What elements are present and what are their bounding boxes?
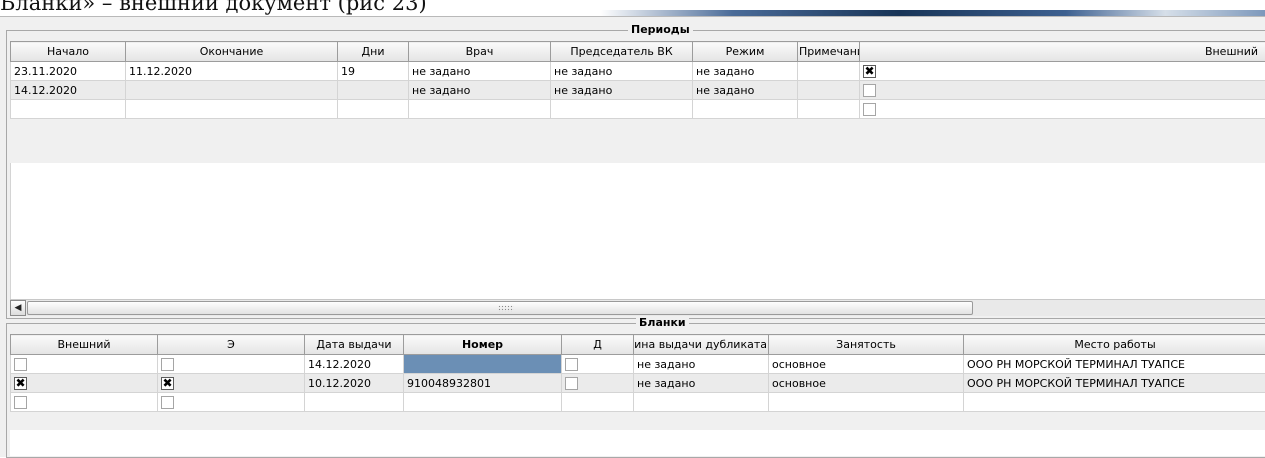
column-header-note[interactable]: Примечание bbox=[798, 42, 860, 62]
cell-external[interactable] bbox=[11, 355, 158, 374]
grip-icon bbox=[498, 305, 514, 312]
column-header-number[interactable]: Номер bbox=[404, 335, 562, 355]
periods-table: Начало Окончание Дни Врач Председатель В… bbox=[10, 41, 1265, 119]
cell-note[interactable] bbox=[798, 100, 860, 119]
e-checkbox[interactable] bbox=[161, 358, 174, 371]
column-header-workplace[interactable]: Место работы bbox=[964, 335, 1265, 355]
cell-end[interactable] bbox=[126, 100, 338, 119]
periods-row[interactable]: 23.11.2020 11.12.2020 19 не задано не за… bbox=[11, 62, 1265, 81]
scroll-left-icon[interactable]: ◀ bbox=[10, 300, 26, 316]
d-checkbox[interactable] bbox=[565, 377, 578, 390]
external-checkbox[interactable]: ✖ bbox=[863, 65, 876, 78]
cell-e[interactable]: ✖ bbox=[158, 374, 305, 393]
cell-end[interactable] bbox=[126, 81, 338, 100]
column-header-e[interactable]: Э bbox=[158, 335, 305, 355]
cell-doctor[interactable] bbox=[409, 100, 551, 119]
external-checkbox[interactable] bbox=[863, 84, 876, 97]
cell-mode[interactable] bbox=[693, 100, 798, 119]
column-header-employment[interactable]: Занятость bbox=[769, 335, 964, 355]
cell-external[interactable]: ✖ bbox=[860, 62, 1265, 81]
periods-horizontal-scrollbar[interactable]: ◀ bbox=[10, 299, 1265, 316]
cell-start[interactable]: 23.11.2020 bbox=[11, 62, 126, 81]
cell-workplace[interactable] bbox=[964, 393, 1265, 412]
blanks-group-title: Бланки bbox=[636, 316, 689, 330]
cell-issue-date[interactable] bbox=[305, 393, 404, 412]
cell-external[interactable] bbox=[860, 81, 1265, 100]
external-checkbox[interactable]: ✖ bbox=[14, 377, 27, 390]
column-header-issue-date[interactable]: Дата выдачи bbox=[305, 335, 404, 355]
blanks-empty-area bbox=[10, 430, 1265, 456]
cell-number-selected[interactable] bbox=[404, 355, 562, 374]
external-checkbox[interactable] bbox=[14, 396, 27, 409]
column-header-doctor[interactable]: Врач bbox=[409, 42, 551, 62]
cell-chairman[interactable]: не задано bbox=[551, 81, 693, 100]
cell-number[interactable] bbox=[404, 393, 562, 412]
cell-duplicate-reason[interactable]: не задано bbox=[634, 374, 769, 393]
cell-start[interactable] bbox=[11, 100, 126, 119]
e-checkbox[interactable]: ✖ bbox=[161, 377, 174, 390]
cell-workplace[interactable]: ООО РН МОРСКОЙ ТЕРМИНАЛ ТУАПСЕ bbox=[964, 355, 1265, 374]
cell-employment[interactable]: основное bbox=[769, 374, 964, 393]
cell-days[interactable] bbox=[338, 81, 409, 100]
cell-employment[interactable]: основное bbox=[769, 355, 964, 374]
e-checkbox[interactable] bbox=[161, 396, 174, 409]
column-header-start[interactable]: Начало bbox=[11, 42, 126, 62]
periods-group: Периоды Начало Окончание Дни Врач Предсе… bbox=[6, 30, 1265, 319]
scrollbar-thumb[interactable] bbox=[27, 301, 973, 315]
column-header-days[interactable]: Дни bbox=[338, 42, 409, 62]
column-header-duplicate-reason[interactable]: Причина выдачи дубликата bbox=[634, 335, 769, 355]
cell-days[interactable] bbox=[338, 100, 409, 119]
cell-doctor[interactable]: не задано bbox=[409, 81, 551, 100]
column-header-end[interactable]: Окончание bbox=[126, 42, 338, 62]
cell-duplicate-reason[interactable]: не задано bbox=[634, 355, 769, 374]
cell-number[interactable]: 910048932801 bbox=[404, 374, 562, 393]
column-header-external[interactable]: Внешний bbox=[11, 335, 158, 355]
periods-row[interactable] bbox=[11, 100, 1265, 119]
cell-doctor[interactable]: не задано bbox=[409, 62, 551, 81]
cell-end[interactable]: 11.12.2020 bbox=[126, 62, 338, 81]
column-header-external[interactable]: Внешний bbox=[860, 42, 1265, 62]
cell-days[interactable]: 19 bbox=[338, 62, 409, 81]
external-checkbox[interactable] bbox=[14, 358, 27, 371]
blanks-table: Внешний Э Дата выдачи Номер Д Причина вы… bbox=[10, 334, 1265, 412]
cell-employment[interactable] bbox=[769, 393, 964, 412]
column-header-mode[interactable]: Режим bbox=[693, 42, 798, 62]
cell-issue-date[interactable]: 14.12.2020 bbox=[305, 355, 404, 374]
blanks-row[interactable] bbox=[11, 393, 1265, 412]
cell-duplicate-reason[interactable] bbox=[634, 393, 769, 412]
periods-header-row: Начало Окончание Дни Врач Председатель В… bbox=[11, 42, 1265, 62]
cell-external[interactable] bbox=[11, 393, 158, 412]
blanks-header-row: Внешний Э Дата выдачи Номер Д Причина вы… bbox=[11, 335, 1265, 355]
cell-note[interactable] bbox=[798, 81, 860, 100]
form-window: Периоды Начало Окончание Дни Врач Предсе… bbox=[0, 16, 1265, 457]
periods-row[interactable]: 14.12.2020 не задано не задано не задано bbox=[11, 81, 1265, 100]
blanks-row[interactable]: ✖ ✖ 10.12.2020 910048932801 не задано ос… bbox=[11, 374, 1265, 393]
cell-d[interactable] bbox=[562, 393, 634, 412]
blanks-group: Бланки Внешний Э Дата выдачи Номер Д При… bbox=[6, 323, 1265, 458]
external-checkbox[interactable] bbox=[863, 103, 876, 116]
column-header-d[interactable]: Д bbox=[562, 335, 634, 355]
cell-external[interactable]: ✖ bbox=[11, 374, 158, 393]
d-checkbox[interactable] bbox=[565, 358, 578, 371]
column-header-chairman[interactable]: Председатель ВК bbox=[551, 42, 693, 62]
cell-mode[interactable]: не задано bbox=[693, 81, 798, 100]
cell-chairman[interactable]: не задано bbox=[551, 62, 693, 81]
cell-issue-date[interactable]: 10.12.2020 bbox=[305, 374, 404, 393]
cell-note[interactable] bbox=[798, 62, 860, 81]
cell-start[interactable]: 14.12.2020 bbox=[11, 81, 126, 100]
cell-chairman[interactable] bbox=[551, 100, 693, 119]
periods-empty-area bbox=[10, 163, 1265, 299]
cell-d[interactable] bbox=[562, 374, 634, 393]
cell-e[interactable] bbox=[158, 355, 305, 374]
cell-mode[interactable]: не задано bbox=[693, 62, 798, 81]
cell-d[interactable] bbox=[562, 355, 634, 374]
cell-external[interactable] bbox=[860, 100, 1265, 119]
cell-e[interactable] bbox=[158, 393, 305, 412]
blanks-row[interactable]: 14.12.2020 не задано основное ООО РН МОР… bbox=[11, 355, 1265, 374]
periods-group-title: Периоды bbox=[628, 23, 693, 37]
cell-workplace[interactable]: ООО РН МОРСКОЙ ТЕРМИНАЛ ТУАПСЕ bbox=[964, 374, 1265, 393]
